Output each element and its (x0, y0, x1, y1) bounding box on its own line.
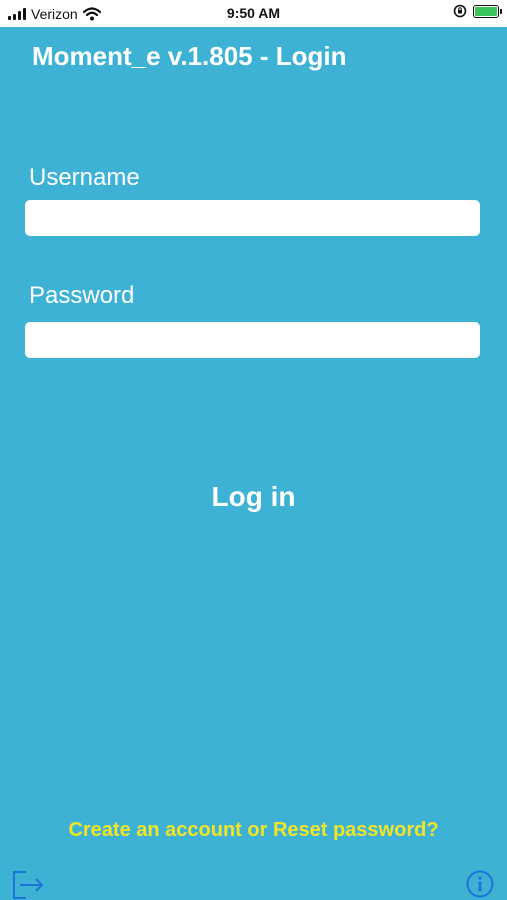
password-label: Password (29, 282, 135, 309)
login-screen: Moment_e v.1.805 - Login Username Passwo… (0, 27, 507, 900)
status-time: 9:50 AM (226, 5, 281, 21)
orientation-lock-icon (453, 4, 467, 18)
info-icon[interactable] (466, 870, 494, 898)
username-input[interactable] (25, 200, 480, 236)
status-bar: Verizon 9:50 AM (0, 0, 507, 27)
page-title: Moment_e v.1.805 - Login (32, 41, 347, 71)
password-input[interactable] (25, 322, 480, 358)
create-account-reset-password-link[interactable]: Create an account or Reset password? (0, 819, 507, 842)
username-label: Username (29, 164, 140, 191)
battery-icon (473, 4, 502, 18)
status-right (453, 4, 502, 18)
logout-icon[interactable] (12, 870, 46, 900)
battery-level (475, 6, 497, 16)
login-button[interactable]: Log in (0, 481, 507, 513)
